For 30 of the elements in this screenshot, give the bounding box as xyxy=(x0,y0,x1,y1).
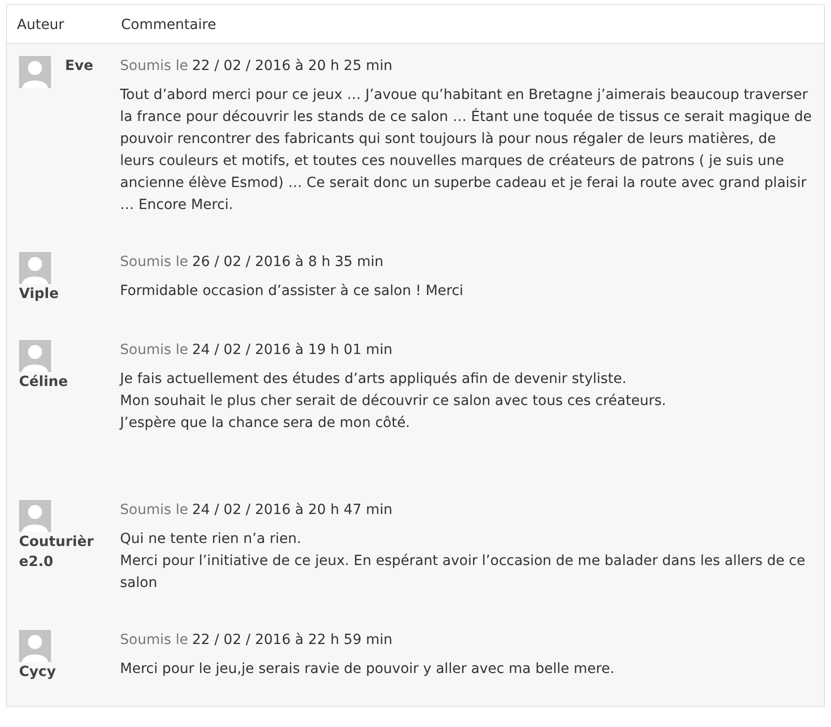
author-name: Eve xyxy=(65,57,94,76)
comment-text: Qui ne tente rien n’a rien. xyxy=(120,530,302,549)
comment-text: Merci pour l’initiative de ce jeux. En espérant avoir l’occasion de me balader dans les allers de ce salon xyxy=(120,552,806,593)
comment-date: 26 / 02 / 2016 à 8 h 35 min xyxy=(192,254,384,270)
column-header: Commentaire xyxy=(121,17,216,33)
submitted-label: Soumis le xyxy=(120,58,188,74)
avatar-icon xyxy=(19,500,51,532)
comment-date: 22 / 02 / 2016 à 22 h 59 min xyxy=(192,632,392,648)
avatar-icon xyxy=(19,252,51,284)
comment-date: 24 / 02 / 2016 à 20 h 47 min xyxy=(192,502,392,518)
comment-text: Mon souhait le plus cher serait de découvrir ce salon avec tous ces créateurs. xyxy=(120,392,668,411)
submitted-label: Soumis le xyxy=(120,502,188,518)
comment-date: 24 / 02 / 2016 à 19 h 01 min xyxy=(192,342,392,358)
comment-text: Tout d’abord merci pour ce jeux … J’avoue qu’habitant en Bretagne j’aimerais beaucoup traverser la france pour découvrir les stands de ce salon … Étant une toquée de tissus ce serait magique de pouvoir rencontrer des fabricants qui sont toujours là pour nous régaler de leurs matières, de leurs couleurs et motifs, et toutes ces nouvelles marques de créateurs de patrons ( je suis une ancienne élève Esmod) … Ce serait donc un superbe cadeau et je ferai la route avec grand plaisir … Encore Merci. xyxy=(120,86,812,215)
author-name: Viple xyxy=(19,285,59,304)
author-name: Couturière2.0 xyxy=(19,533,95,572)
author-name: Céline xyxy=(19,373,68,392)
comment-date: 22 / 02 / 2016 à 20 h 25 min xyxy=(192,58,392,74)
submitted-label: Soumis le xyxy=(120,342,188,358)
avatar-icon xyxy=(19,340,51,372)
comment-text: J’espère que la chance sera de mon côté. xyxy=(120,414,412,433)
avatar-icon xyxy=(19,630,51,662)
column-header: Auteur xyxy=(17,17,66,33)
submitted-label: Soumis le xyxy=(120,254,188,270)
submitted-label: Soumis le xyxy=(120,632,188,648)
comment-text: Je fais actuellement des études d’arts appliqués afin de devenir styliste. xyxy=(120,370,628,389)
comment-text: Formidable occasion d’assister à ce salon ! Merci xyxy=(120,282,464,301)
avatar-icon xyxy=(19,56,51,88)
comment-text: Merci pour le jeu,je serais ravie de pouvoir y aller avec ma belle mere. xyxy=(120,660,616,679)
author-name: Cycy xyxy=(19,663,56,682)
